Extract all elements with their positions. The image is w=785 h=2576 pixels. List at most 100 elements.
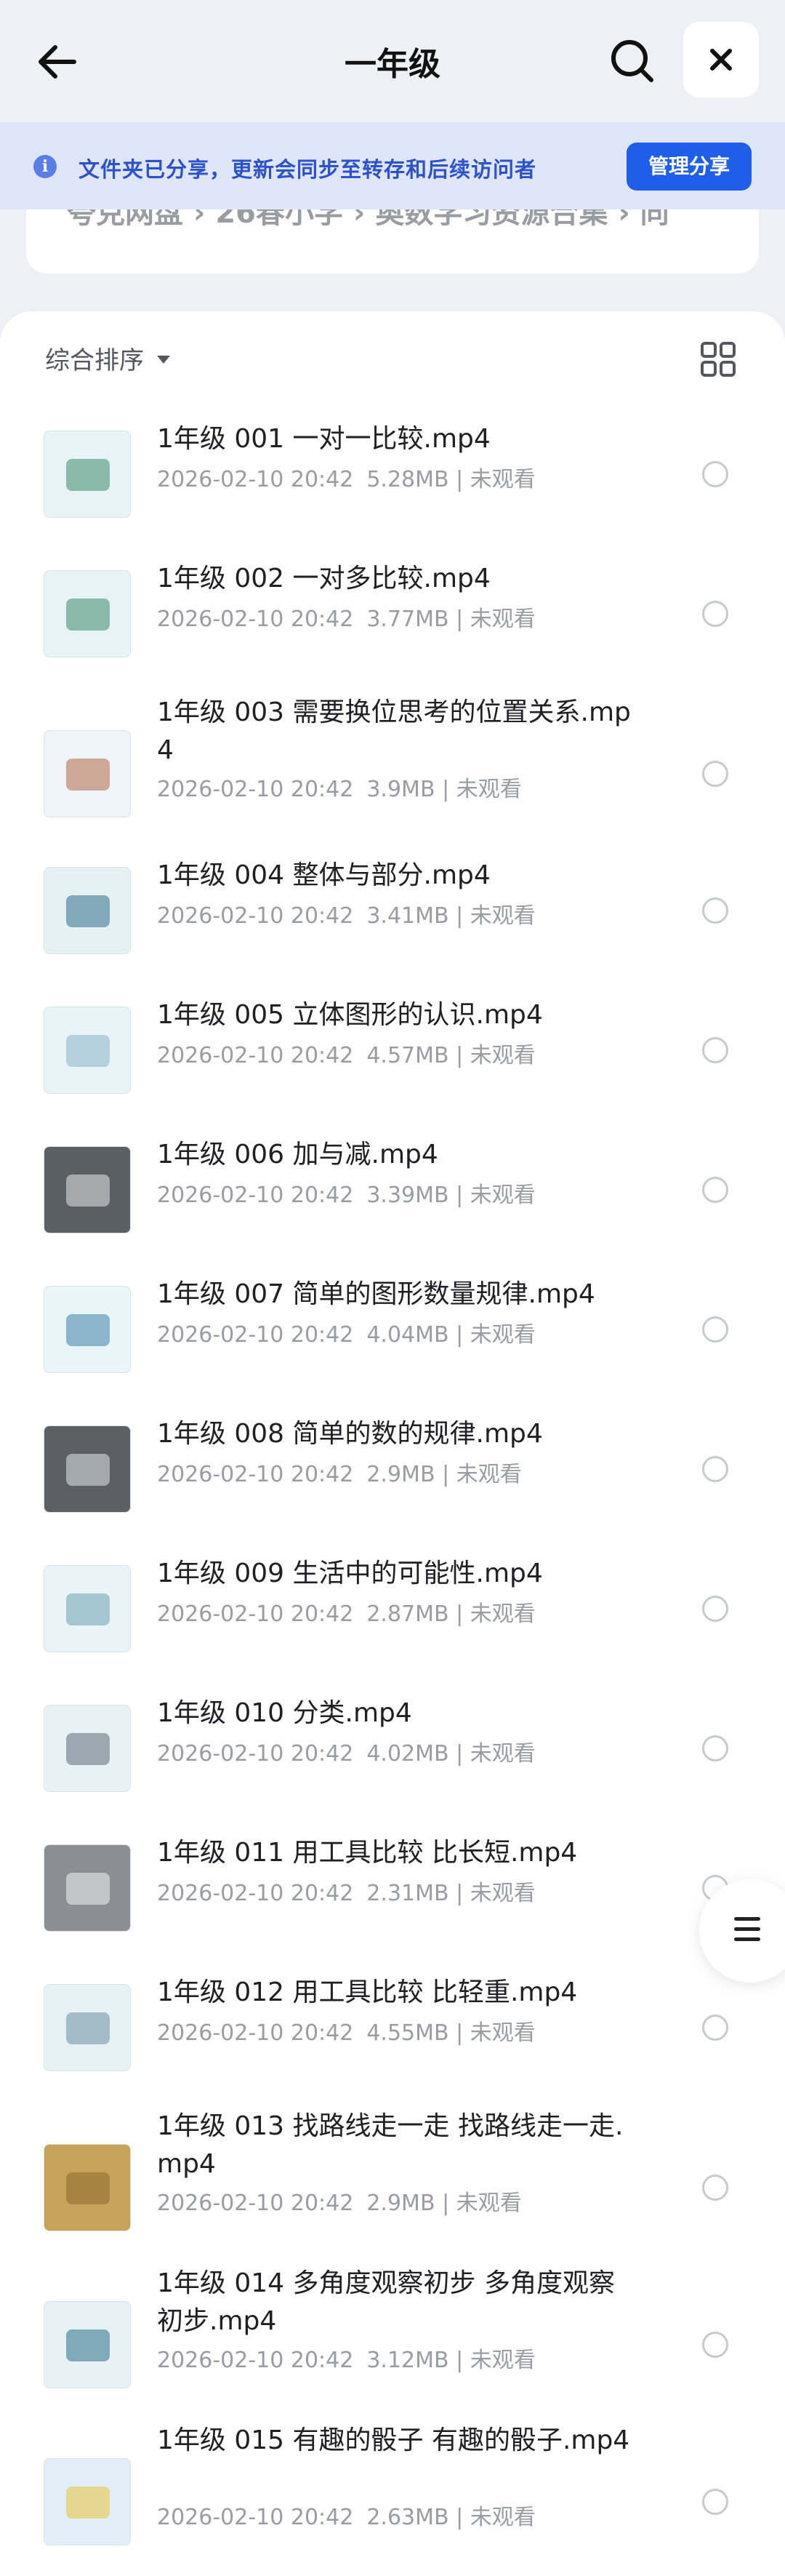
select-radio[interactable] <box>702 461 728 487</box>
watch-status: 未观看 <box>470 467 536 492</box>
file-row[interactable]: 1年级 001 一对一比较.mp4 2026-02-10 20:42 5.28MB … <box>0 415 785 553</box>
file-name: 1年级 010 分类.mp4 <box>157 1698 412 1728</box>
file-row[interactable]: 1年级 003 需要换位思考的位置关系.mp4 2026-02-10 20:42 3… <box>0 694 785 854</box>
select-radio[interactable] <box>702 1456 728 1482</box>
video-thumbnail[interactable] <box>44 1984 131 2071</box>
grid-view-icon <box>701 342 736 377</box>
file-size: 4.04MB <box>366 1322 449 1348</box>
video-thumbnail[interactable] <box>44 1705 131 1792</box>
select-radio[interactable] <box>702 897 728 924</box>
video-thumbnail[interactable] <box>44 1844 131 1932</box>
watch-status: 未观看 <box>456 2191 522 2216</box>
select-radio[interactable] <box>702 1037 728 1063</box>
select-radio[interactable] <box>702 601 728 627</box>
video-thumbnail[interactable] <box>44 2458 131 2545</box>
file-size: 3.9MB <box>366 777 435 802</box>
file-date: 2026-02-10 20:42 <box>157 2505 354 2530</box>
file-name: 1年级 009 生活中的可能性.mp4 <box>157 1559 543 1588</box>
file-row[interactable]: 1年级 012 用工具比较 比轻重.mp4 2026-02-10 20:42 4.5… <box>0 1968 785 2106</box>
share-notice-text: 文件夹已分享，更新会同步至转存和后续访问者 <box>78 157 537 182</box>
video-thumbnail[interactable] <box>44 730 131 817</box>
file-date: 2026-02-10 20:42 <box>157 777 354 802</box>
file-name: 1年级 014 多角度观察初步 多角度观察初步.mp4 <box>157 2268 615 2336</box>
file-row[interactable]: 1年级 006 加与减.mp4 2026-02-10 20:42 3.39MB | … <box>0 1130 785 1268</box>
select-radio[interactable] <box>702 2175 728 2201</box>
select-radio[interactable] <box>702 2489 728 2515</box>
select-radio[interactable] <box>702 761 728 787</box>
file-row[interactable]: 1年级 008 简单的数的规律.mp4 2026-02-10 20:42 2.9MB… <box>0 1409 785 1548</box>
video-thumbnail[interactable] <box>44 2301 131 2388</box>
file-date: 2026-02-10 20:42 <box>157 1183 354 1208</box>
file-date: 2026-02-10 20:42 <box>157 467 354 492</box>
video-thumbnail[interactable] <box>44 2144 131 2231</box>
watch-status: 未观看 <box>470 1741 536 1767</box>
meta-separator: | <box>435 1462 456 1487</box>
file-row[interactable]: 1年级 011 用工具比较 比长短.mp4 2026-02-10 20:42 2.3… <box>0 1828 785 1967</box>
thumbnail-graphic <box>66 2487 110 2519</box>
video-thumbnail[interactable] <box>44 1146 131 1233</box>
file-date: 2026-02-10 20:42 <box>157 1462 354 1487</box>
file-row[interactable]: 1年级 010 分类.mp4 2026-02-10 20:42 4.02MB | 未… <box>0 1689 785 1827</box>
file-size: 3.77MB <box>366 607 449 632</box>
select-radio[interactable] <box>702 1316 728 1343</box>
watch-status: 未观看 <box>470 1043 536 1068</box>
file-meta: 2026-02-10 20:42 3.9MB | 未观看 <box>157 771 522 803</box>
grid-view-button[interactable] <box>698 339 738 380</box>
meta-separator: | <box>448 1043 470 1068</box>
watch-status: 未观看 <box>456 1462 522 1487</box>
file-date: 2026-02-10 20:42 <box>157 1043 354 1068</box>
file-row[interactable]: 1年级 007 简单的图形数量规律.mp4 2026-02-10 20:42 4.0… <box>0 1270 785 1408</box>
file-row[interactable]: 1年级 013 找路线走一走 找路线走一走.mp4 2026-02-10 20:4… <box>0 2108 785 2268</box>
page-title: 一年级 <box>345 46 440 83</box>
select-radio[interactable] <box>702 2015 728 2041</box>
video-thumbnail[interactable] <box>44 1425 131 1513</box>
sort-dropdown[interactable]: 综合排序 <box>45 340 170 376</box>
video-thumbnail[interactable] <box>44 431 131 518</box>
thumbnail-graphic <box>66 1873 110 1905</box>
thumbnail-graphic <box>66 2329 110 2361</box>
meta-separator: | <box>435 2191 456 2216</box>
thumbnail-graphic <box>66 1593 110 1625</box>
video-thumbnail[interactable] <box>44 1286 131 1373</box>
meta-separator: | <box>448 2348 470 2373</box>
breadcrumb-path: 夸克网盘 › 26春小学 › 奥数学习资源合集 › 同 <box>67 209 669 230</box>
video-thumbnail[interactable] <box>44 1565 131 1652</box>
meta-separator: | <box>448 2020 470 2046</box>
file-name: 1年级 002 一对多比较.mp4 <box>157 564 491 593</box>
file-date: 2026-02-10 20:42 <box>157 2020 354 2046</box>
video-thumbnail[interactable] <box>44 867 131 954</box>
file-date: 2026-02-10 20:42 <box>157 1601 354 1627</box>
watch-status: 未观看 <box>456 777 522 802</box>
watch-status: 未观看 <box>470 903 536 929</box>
file-meta: 2026-02-10 20:42 2.9MB | 未观看 <box>157 1456 522 1488</box>
select-radio[interactable] <box>702 1177 728 1203</box>
file-row[interactable]: 1年级 005 立体图形的认识.mp4 2026-02-10 20:42 4.57M… <box>0 991 785 1129</box>
file-row[interactable]: 1年级 015 有趣的骰子 有趣的骰子.mp4 2026-02-10 20:42 2… <box>0 2422 785 2576</box>
thumbnail-graphic <box>66 759 110 791</box>
breadcrumb[interactable]: 夸克网盘 › 26春小学 › 奥数学习资源合集 › 同 <box>26 209 759 273</box>
select-radio[interactable] <box>702 2332 728 2358</box>
menu-icon <box>734 1917 760 1948</box>
file-meta: 2026-02-10 20:42 3.77MB | 未观看 <box>157 601 536 633</box>
video-thumbnail[interactable] <box>44 570 131 657</box>
file-row[interactable]: 1年级 009 生活中的可能性.mp4 2026-02-10 20:42 2.87M… <box>0 1549 785 1687</box>
file-meta: 2026-02-10 20:42 2.63MB | 未观看 <box>157 2499 536 2531</box>
watch-status: 未观看 <box>470 607 536 632</box>
file-row[interactable]: 1年级 004 整体与部分.mp4 2026-02-10 20:42 3.41MB … <box>0 851 785 989</box>
thumbnail-graphic <box>66 1314 110 1346</box>
file-size: 4.57MB <box>366 1043 449 1068</box>
search-button[interactable] <box>606 35 659 87</box>
manage-share-button[interactable]: 管理分享 <box>627 143 752 191</box>
meta-separator: | <box>448 903 470 929</box>
select-radio[interactable] <box>702 1596 728 1622</box>
file-name: 1年级 012 用工具比较 比轻重.mp4 <box>157 1977 578 2007</box>
meta-separator: | <box>448 607 470 632</box>
file-row[interactable]: 1年级 014 多角度观察初步 多角度观察初步.mp4 2026-02-10 20… <box>0 2265 785 2425</box>
video-thumbnail[interactable] <box>44 1007 131 1094</box>
file-row[interactable]: 1年级 002 一对多比较.mp4 2026-02-10 20:42 3.77MB … <box>0 554 785 692</box>
watch-status: 未观看 <box>470 2348 536 2373</box>
select-radio[interactable] <box>702 1735 728 1761</box>
thumbnail-graphic <box>66 1175 110 1207</box>
close-button[interactable] <box>683 22 759 97</box>
file-name: 1年级 013 找路线走一走 找路线走一走.mp4 <box>157 2111 624 2179</box>
